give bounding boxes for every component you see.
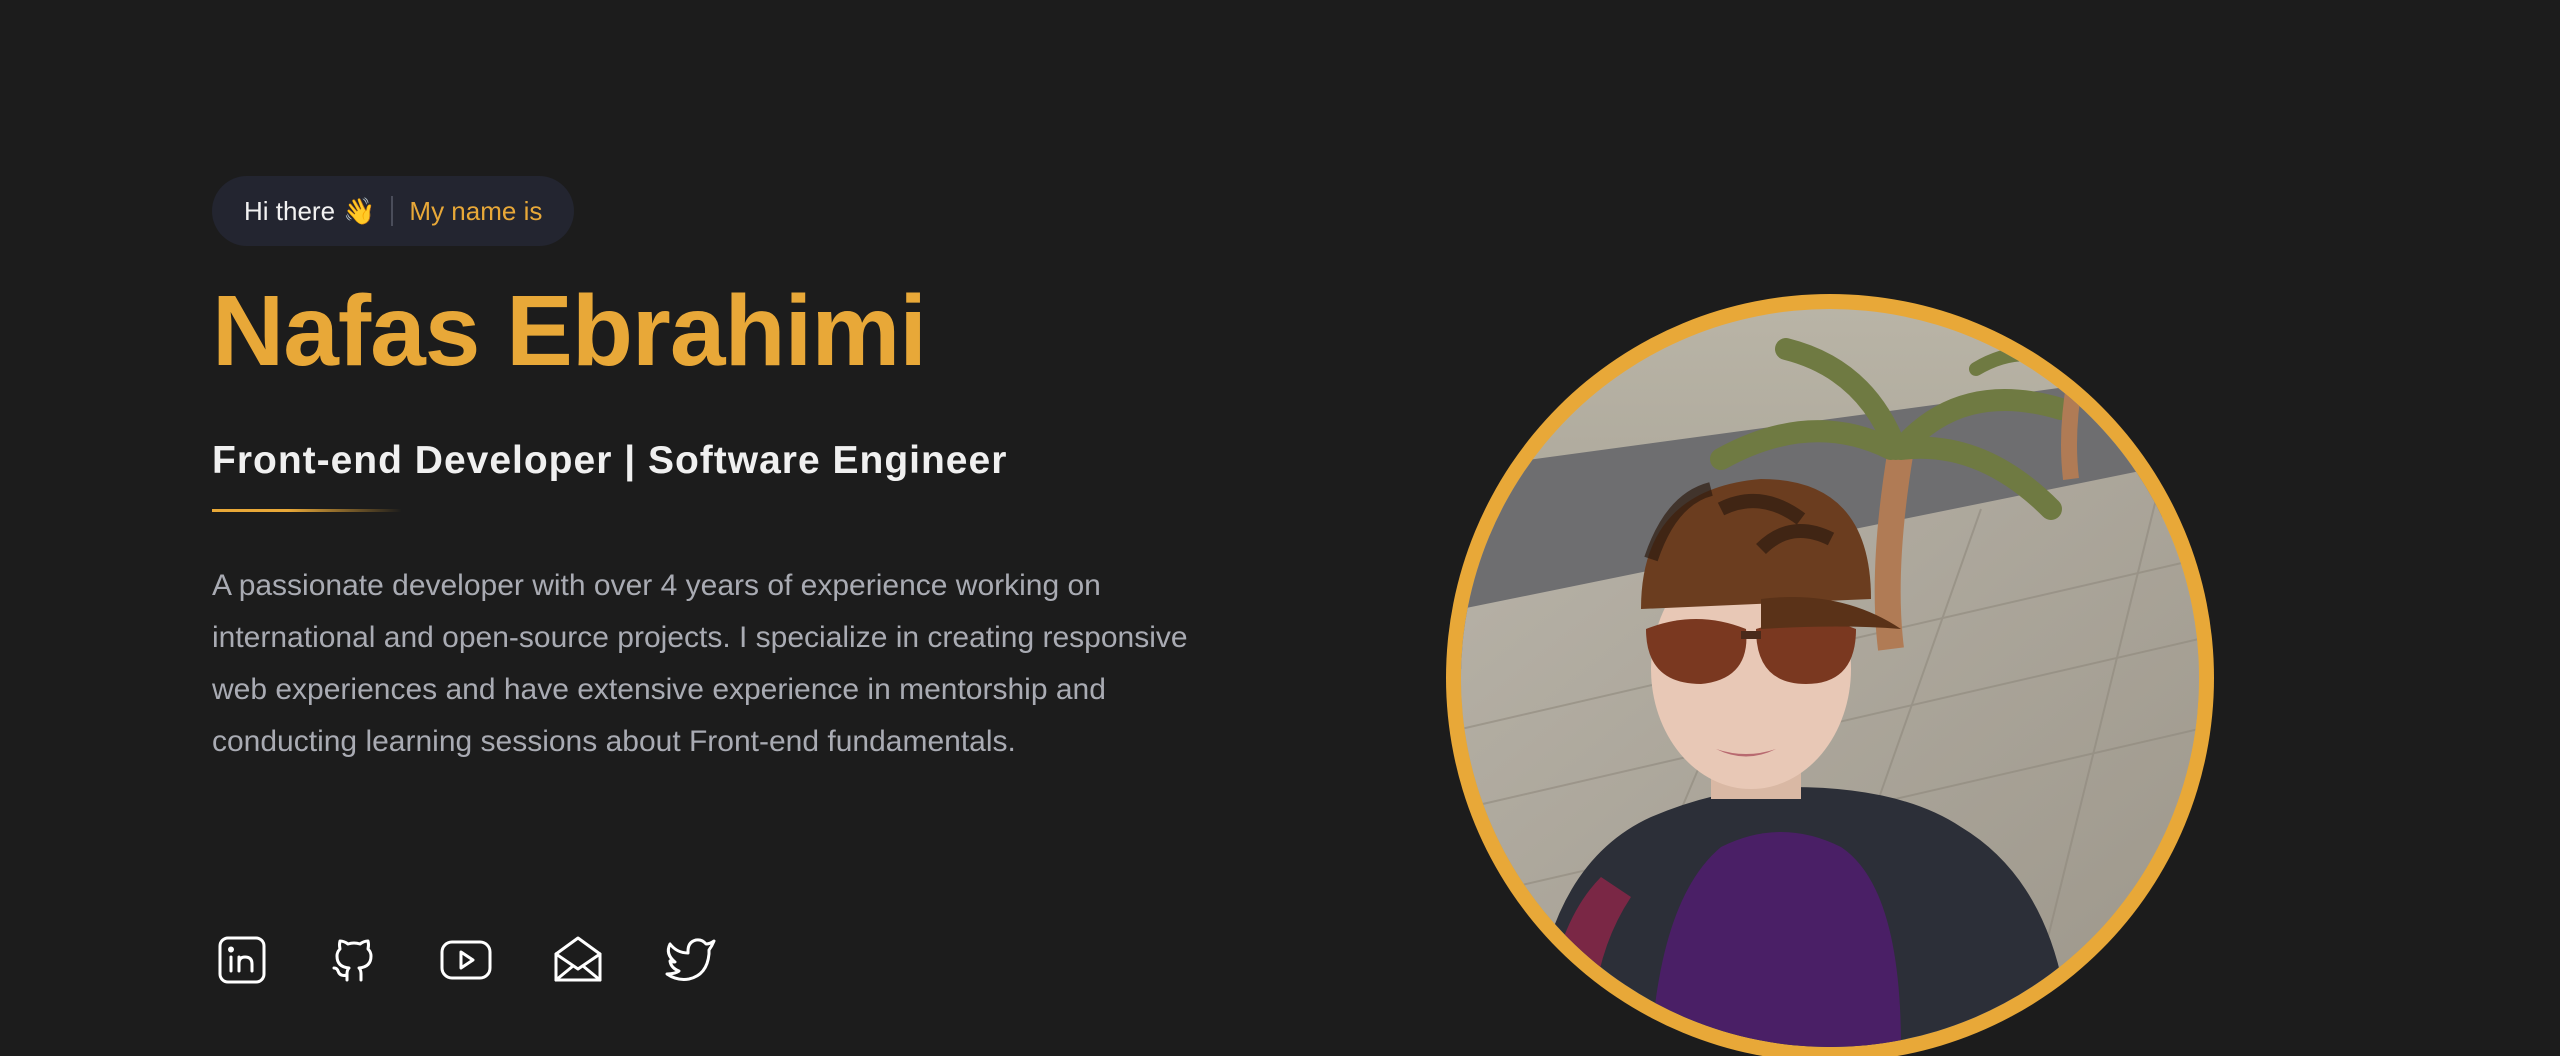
github-icon	[332, 939, 373, 982]
linkedin-link[interactable]	[212, 930, 272, 990]
linkedin-icon	[218, 936, 266, 984]
twitter-link[interactable]	[660, 930, 720, 990]
profile-photo	[1461, 309, 2199, 1047]
mail-icon	[554, 936, 602, 982]
profile-photo-illustration	[1461, 309, 2199, 1047]
github-link[interactable]	[324, 930, 384, 990]
greeting-pill: Hi there 👋 My name is	[212, 176, 575, 246]
hero-section: Hi there 👋 My name is Nafas Ebrahimi Fro…	[0, 0, 2560, 1056]
youtube-icon	[440, 940, 492, 980]
title-underline	[212, 508, 402, 512]
email-link[interactable]	[548, 930, 608, 990]
intro-column: Hi there 👋 My name is Nafas Ebrahimi Fro…	[212, 176, 1212, 798]
job-title: Front-end Developer | Software Engineer	[212, 439, 1008, 482]
waving-hand-icon: 👋	[343, 195, 376, 226]
youtube-link[interactable]	[436, 930, 496, 990]
social-links	[212, 930, 720, 990]
bio-text: A passionate developer with over 4 years…	[212, 568, 1188, 758]
greeting-text: Hi there	[244, 195, 336, 226]
person-name: Nafas Ebrahimi	[212, 275, 927, 387]
greeting-intro: My name is	[409, 195, 543, 226]
greeting-divider	[391, 196, 394, 226]
twitter-icon	[665, 938, 716, 981]
profile-photo-frame	[1446, 294, 2214, 1056]
